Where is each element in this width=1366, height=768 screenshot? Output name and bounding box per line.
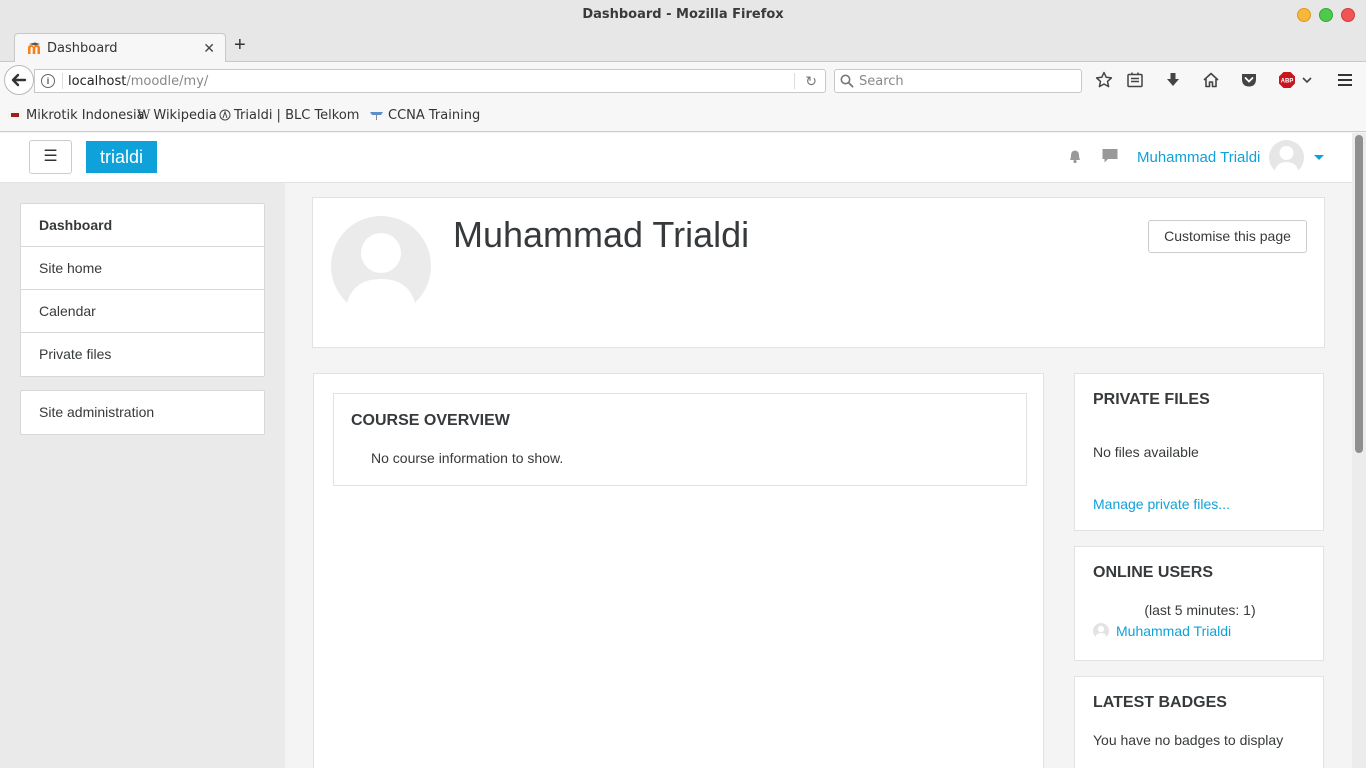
bookmark-label: Mikrotik Indonesia [26,108,145,123]
bookmark-label: Trialdi | BLC Telkom [234,108,360,123]
nav-drawer-toggle-button[interactable]: ☰ [29,140,72,174]
blc-favicon-icon [219,109,231,121]
pocket-icon[interactable] [1240,71,1258,89]
home-icon[interactable] [1202,71,1220,89]
search-icon [840,74,854,88]
default-user-avatar-icon [345,233,417,316]
site-brand-link[interactable]: trialdi [86,141,158,173]
block-title: LATEST BADGES [1093,694,1227,711]
course-overview-block: COURSE OVERVIEW No course information to… [333,393,1027,486]
adblock-icon[interactable]: ABP [1278,71,1296,89]
downloads-icon[interactable] [1164,71,1182,89]
window-title: Dashboard - Mozilla Firefox [582,7,784,22]
reload-icon[interactable]: ↻ [805,73,817,90]
bookmarks-toolbar: Mikrotik Indonesia W Wikipedia Trialdi | … [0,98,1366,132]
search-bar[interactable]: Search [834,69,1082,93]
block-title: ONLINE USERS [1093,564,1214,581]
empty-message: No files available [1093,444,1199,460]
nav-item-site-home[interactable]: Site home [21,247,264,290]
block-title: COURSE OVERVIEW [351,412,510,429]
page-title: Muhammad Trialdi [453,214,750,255]
url-bar[interactable]: i localhost/moodle/my/ ↻ [34,69,826,93]
customise-page-button[interactable]: Customise this page [1148,220,1307,253]
default-user-avatar-icon [1095,625,1107,639]
back-button[interactable] [4,65,34,95]
nav-list: Dashboard Site home Calendar Private fil… [20,203,265,377]
private-files-block: PRIVATE FILES No files available Manage … [1074,373,1324,531]
new-tab-icon[interactable]: + [234,35,246,55]
url-divider [62,73,63,89]
online-users-block: ONLINE USERS (last 5 minutes: 1) Muhamma… [1074,546,1324,661]
notifications-bell-icon[interactable] [1066,147,1084,165]
search-placeholder: Search [859,74,904,89]
bookmark-label: Wikipedia [153,108,217,123]
page-viewport: ☰ trialdi Muhammad Trialdi Dashboard Sit… [0,133,1352,768]
nav-drawer: Dashboard Site home Calendar Private fil… [0,183,285,768]
tab-dashboard[interactable]: Dashboard ✕ [14,33,226,63]
nav-item-site-administration[interactable]: Site administration [21,391,264,434]
user-avatar[interactable] [1269,140,1304,175]
empty-message: No course information to show. [371,450,564,466]
bookmark-ccna[interactable]: CCNA Training [369,108,480,123]
user-avatar [1093,623,1109,639]
minimize-button[interactable] [1297,8,1311,22]
tab-close-icon[interactable]: ✕ [203,40,215,57]
user-menu-name[interactable]: Muhammad Trialdi [1137,149,1260,166]
nav-toolbar: i localhost/moodle/my/ ↻ Search [0,62,1366,98]
messages-icon[interactable] [1101,147,1119,165]
block-title: PRIVATE FILES [1093,391,1210,408]
online-user-link[interactable]: Muhammad Trialdi [1116,623,1231,639]
site-info-icon[interactable]: i [41,74,55,88]
chevron-down-icon[interactable] [1301,71,1313,89]
bookmark-star-icon[interactable] [1095,71,1113,89]
latest-badges-block: LATEST BADGES You have no badges to disp… [1074,676,1324,768]
bookmark-wikipedia[interactable]: W Wikipedia [137,108,217,123]
mikrotik-favicon-icon [8,111,22,119]
bookmark-mikrotik[interactable]: Mikrotik Indonesia [8,108,145,123]
url-path: /moodle/my/ [126,74,209,89]
profile-avatar[interactable] [331,216,431,316]
maximize-button[interactable] [1319,8,1333,22]
bookmark-label: CCNA Training [388,108,481,123]
nav-list-admin: Site administration [20,390,265,435]
url-host: localhost [68,74,127,89]
manage-private-files-link[interactable]: Manage private files... [1093,496,1230,512]
page-scrollbar[interactable] [1352,133,1366,768]
ccna-favicon-icon [370,112,383,120]
nav-item-private-files[interactable]: Private files [21,333,264,376]
profile-header-card: Muhammad Trialdi Customise this page [312,197,1325,348]
wikipedia-favicon-icon: W [137,108,151,123]
reading-list-icon[interactable] [1126,71,1144,89]
default-user-avatar-icon [1274,146,1299,175]
hamburger-menu-icon[interactable] [1336,71,1354,89]
tab-bar: Dashboard ✕ [0,30,1366,63]
nav-item-calendar[interactable]: Calendar [21,290,264,333]
url-divider-right [794,73,795,89]
close-window-button[interactable] [1341,8,1355,22]
svg-text:ABP: ABP [1281,79,1294,85]
nav-item-dashboard[interactable]: Dashboard [21,204,264,247]
back-arrow-icon [11,73,27,87]
tab-label: Dashboard [47,41,118,56]
moodle-favicon-icon [28,42,40,54]
url-text[interactable]: localhost/moodle/my/ [68,74,208,89]
empty-message: You have no badges to display [1093,732,1284,748]
scrollbar-thumb[interactable] [1355,135,1363,453]
moodle-header: ☰ trialdi Muhammad Trialdi [0,133,1352,183]
main-content: COURSE OVERVIEW No course information to… [313,373,1044,768]
window-titlebar: Dashboard - Mozilla Firefox [0,0,1366,30]
user-menu-caret-icon[interactable] [1314,155,1324,160]
online-users-subtitle: (last 5 minutes: 1) [1144,602,1256,618]
bookmark-blc[interactable]: Trialdi | BLC Telkom [219,108,359,123]
